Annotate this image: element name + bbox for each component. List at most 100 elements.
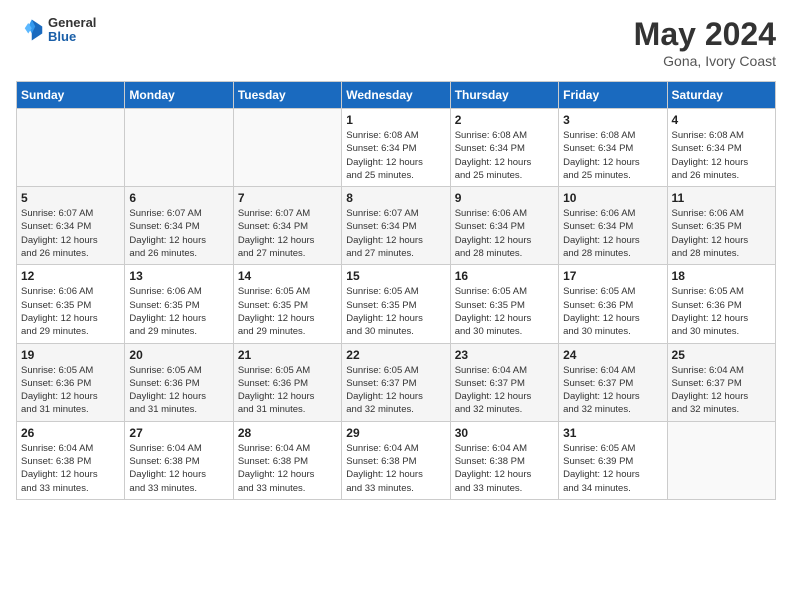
day-number: 29 bbox=[346, 426, 445, 440]
day-number: 26 bbox=[21, 426, 120, 440]
calendar-cell: 22 Sunrise: 6:05 AM Sunset: 6:37 PM Dayli… bbox=[342, 343, 450, 421]
title-block: May 2024 Gona, Ivory Coast bbox=[634, 16, 776, 69]
day-number: 1 bbox=[346, 113, 445, 127]
weekday-header: Tuesday bbox=[233, 82, 341, 109]
weekday-header: Wednesday bbox=[342, 82, 450, 109]
day-info: Sunrise: 6:08 AM Sunset: 6:34 PM Dayligh… bbox=[346, 129, 445, 182]
day-number: 20 bbox=[129, 348, 228, 362]
calendar-row: 12 Sunrise: 6:06 AM Sunset: 6:35 PM Dayli… bbox=[17, 265, 776, 343]
day-info: Sunrise: 6:07 AM Sunset: 6:34 PM Dayligh… bbox=[129, 207, 228, 260]
weekday-row: SundayMondayTuesdayWednesdayThursdayFrid… bbox=[17, 82, 776, 109]
calendar-cell: 26Sunrise: 6:04 AM Sunset: 6:38 PM Dayli… bbox=[17, 421, 125, 499]
day-info: Sunrise: 6:07 AM Sunset: 6:34 PM Dayligh… bbox=[238, 207, 337, 260]
calendar-row: 5 Sunrise: 6:07 AM Sunset: 6:34 PM Daylig… bbox=[17, 187, 776, 265]
calendar-cell: 6 Sunrise: 6:07 AM Sunset: 6:34 PM Daylig… bbox=[125, 187, 233, 265]
calendar-cell: 15Sunrise: 6:05 AM Sunset: 6:35 PM Dayli… bbox=[342, 265, 450, 343]
day-number: 5 bbox=[21, 191, 120, 205]
day-number: 18 bbox=[672, 269, 771, 283]
calendar-cell: 1 Sunrise: 6:08 AM Sunset: 6:34 PM Daylig… bbox=[342, 109, 450, 187]
calendar-cell bbox=[125, 109, 233, 187]
calendar-cell: 28 Sunrise: 6:04 AM Sunset: 6:38 PM Dayli… bbox=[233, 421, 341, 499]
calendar-cell: 25Sunrise: 6:04 AM Sunset: 6:37 PM Dayli… bbox=[667, 343, 775, 421]
calendar-cell: 9Sunrise: 6:06 AM Sunset: 6:34 PM Daylig… bbox=[450, 187, 558, 265]
day-number: 6 bbox=[129, 191, 228, 205]
calendar-cell: 13 Sunrise: 6:06 AM Sunset: 6:35 PM Dayli… bbox=[125, 265, 233, 343]
day-number: 23 bbox=[455, 348, 554, 362]
day-number: 19 bbox=[21, 348, 120, 362]
day-number: 11 bbox=[672, 191, 771, 205]
calendar-cell: 11 Sunrise: 6:06 AM Sunset: 6:35 PM Dayli… bbox=[667, 187, 775, 265]
month-year: May 2024 bbox=[634, 16, 776, 53]
logo-line2: Blue bbox=[48, 30, 96, 44]
weekday-header: Monday bbox=[125, 82, 233, 109]
day-info: Sunrise: 6:05 AM Sunset: 6:36 PM Dayligh… bbox=[563, 285, 662, 338]
calendar-cell: 2 Sunrise: 6:08 AM Sunset: 6:34 PM Daylig… bbox=[450, 109, 558, 187]
day-info: Sunrise: 6:04 AM Sunset: 6:37 PM Dayligh… bbox=[455, 364, 554, 417]
day-number: 28 bbox=[238, 426, 337, 440]
calendar-cell bbox=[233, 109, 341, 187]
day-number: 10 bbox=[563, 191, 662, 205]
day-info: Sunrise: 6:06 AM Sunset: 6:35 PM Dayligh… bbox=[21, 285, 120, 338]
day-info: Sunrise: 6:06 AM Sunset: 6:35 PM Dayligh… bbox=[672, 207, 771, 260]
calendar-row: 19 Sunrise: 6:05 AM Sunset: 6:36 PM Dayli… bbox=[17, 343, 776, 421]
page-header: General Blue May 2024 Gona, Ivory Coast bbox=[16, 16, 776, 69]
day-info: Sunrise: 6:05 AM Sunset: 6:39 PM Dayligh… bbox=[563, 442, 662, 495]
logo-text: General Blue bbox=[48, 16, 96, 45]
calendar-cell: 24 Sunrise: 6:04 AM Sunset: 6:37 PM Dayli… bbox=[559, 343, 667, 421]
day-number: 31 bbox=[563, 426, 662, 440]
calendar-row: 26 Sunrise: 6:04 AM Sunset: 6:38 PM Dayli… bbox=[17, 421, 776, 499]
day-number: 3 bbox=[563, 113, 662, 127]
day-info: Sunrise: 6:04 AM Sunset: 6:37 PM Dayligh… bbox=[563, 364, 662, 417]
day-info: Sunrise: 6:06 AM Sunset: 6:35 PM Dayligh… bbox=[129, 285, 228, 338]
calendar-cell: 21Sunrise: 6:05 AM Sunset: 6:36 PM Dayli… bbox=[233, 343, 341, 421]
day-number: 16 bbox=[455, 269, 554, 283]
day-info: Sunrise: 6:05 AM Sunset: 6:37 PM Dayligh… bbox=[346, 364, 445, 417]
location: Gona, Ivory Coast bbox=[634, 53, 776, 69]
calendar-cell: 3Sunrise: 6:08 AM Sunset: 6:34 PM Daylig… bbox=[559, 109, 667, 187]
day-info: Sunrise: 6:05 AM Sunset: 6:36 PM Dayligh… bbox=[238, 364, 337, 417]
day-info: Sunrise: 6:05 AM Sunset: 6:36 PM Dayligh… bbox=[21, 364, 120, 417]
day-info: Sunrise: 6:06 AM Sunset: 6:34 PM Dayligh… bbox=[563, 207, 662, 260]
day-number: 17 bbox=[563, 269, 662, 283]
calendar-cell: 17 Sunrise: 6:05 AM Sunset: 6:36 PM Dayli… bbox=[559, 265, 667, 343]
day-info: Sunrise: 6:04 AM Sunset: 6:38 PM Dayligh… bbox=[455, 442, 554, 495]
day-info: Sunrise: 6:06 AM Sunset: 6:34 PM Dayligh… bbox=[455, 207, 554, 260]
weekday-header: Saturday bbox=[667, 82, 775, 109]
day-info: Sunrise: 6:08 AM Sunset: 6:34 PM Dayligh… bbox=[455, 129, 554, 182]
logo-line1: General bbox=[48, 16, 96, 30]
day-info: Sunrise: 6:05 AM Sunset: 6:35 PM Dayligh… bbox=[238, 285, 337, 338]
logo: General Blue bbox=[16, 16, 96, 45]
day-number: 22 bbox=[346, 348, 445, 362]
calendar-header: SundayMondayTuesdayWednesdayThursdayFrid… bbox=[17, 82, 776, 109]
day-info: Sunrise: 6:05 AM Sunset: 6:36 PM Dayligh… bbox=[129, 364, 228, 417]
day-number: 4 bbox=[672, 113, 771, 127]
day-info: Sunrise: 6:04 AM Sunset: 6:38 PM Dayligh… bbox=[238, 442, 337, 495]
calendar-table: SundayMondayTuesdayWednesdayThursdayFrid… bbox=[16, 81, 776, 500]
calendar-cell: 5 Sunrise: 6:07 AM Sunset: 6:34 PM Daylig… bbox=[17, 187, 125, 265]
day-number: 2 bbox=[455, 113, 554, 127]
logo-icon bbox=[16, 16, 44, 44]
calendar-cell: 23 Sunrise: 6:04 AM Sunset: 6:37 PM Dayli… bbox=[450, 343, 558, 421]
calendar-body: 1 Sunrise: 6:08 AM Sunset: 6:34 PM Daylig… bbox=[17, 109, 776, 500]
day-number: 14 bbox=[238, 269, 337, 283]
calendar-cell: 30 Sunrise: 6:04 AM Sunset: 6:38 PM Dayli… bbox=[450, 421, 558, 499]
calendar-cell: 27Sunrise: 6:04 AM Sunset: 6:38 PM Dayli… bbox=[125, 421, 233, 499]
day-number: 24 bbox=[563, 348, 662, 362]
calendar-cell: 7Sunrise: 6:07 AM Sunset: 6:34 PM Daylig… bbox=[233, 187, 341, 265]
calendar-cell: 18 Sunrise: 6:05 AM Sunset: 6:36 PM Dayli… bbox=[667, 265, 775, 343]
day-number: 30 bbox=[455, 426, 554, 440]
day-number: 12 bbox=[21, 269, 120, 283]
calendar-cell: 4Sunrise: 6:08 AM Sunset: 6:34 PM Daylig… bbox=[667, 109, 775, 187]
day-number: 13 bbox=[129, 269, 228, 283]
day-info: Sunrise: 6:04 AM Sunset: 6:38 PM Dayligh… bbox=[346, 442, 445, 495]
day-info: Sunrise: 6:05 AM Sunset: 6:36 PM Dayligh… bbox=[672, 285, 771, 338]
day-number: 15 bbox=[346, 269, 445, 283]
calendar-cell: 19 Sunrise: 6:05 AM Sunset: 6:36 PM Dayli… bbox=[17, 343, 125, 421]
day-info: Sunrise: 6:07 AM Sunset: 6:34 PM Dayligh… bbox=[346, 207, 445, 260]
day-number: 27 bbox=[129, 426, 228, 440]
day-info: Sunrise: 6:04 AM Sunset: 6:37 PM Dayligh… bbox=[672, 364, 771, 417]
day-info: Sunrise: 6:07 AM Sunset: 6:34 PM Dayligh… bbox=[21, 207, 120, 260]
calendar-cell: 12 Sunrise: 6:06 AM Sunset: 6:35 PM Dayli… bbox=[17, 265, 125, 343]
calendar-cell: 29 Sunrise: 6:04 AM Sunset: 6:38 PM Dayli… bbox=[342, 421, 450, 499]
calendar-cell: 8Sunrise: 6:07 AM Sunset: 6:34 PM Daylig… bbox=[342, 187, 450, 265]
